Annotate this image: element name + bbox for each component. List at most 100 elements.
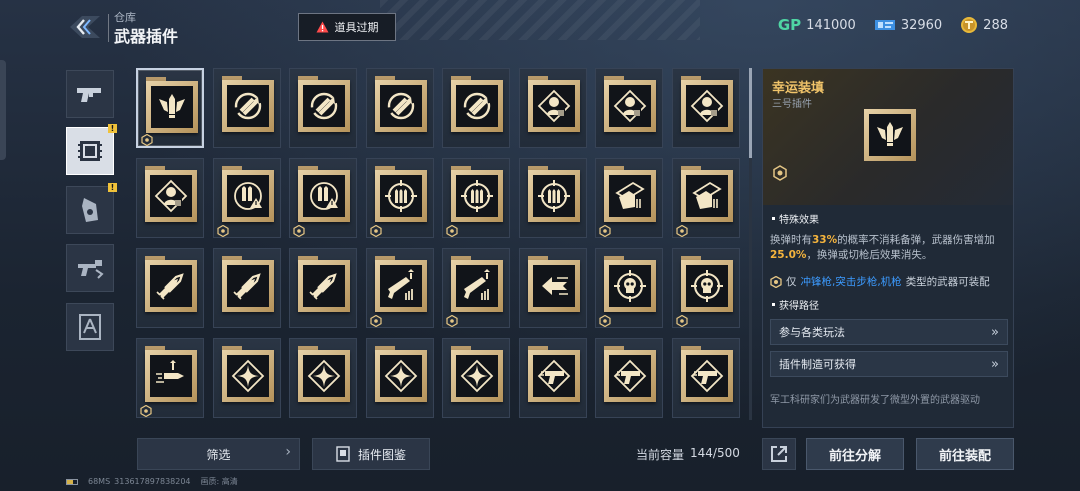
plugin-cell[interactable]: [212, 68, 281, 148]
plugin-cell[interactable]: [595, 158, 663, 238]
tab-plugins[interactable]: !: [66, 124, 117, 175]
plugin-cell[interactable]: [365, 68, 434, 148]
filter-button[interactable]: 筛选 ›: [137, 438, 300, 470]
decompose-button[interactable]: 前往分解: [806, 438, 904, 470]
plugin-chip-icon: [78, 141, 102, 161]
plugin-cell[interactable]: [212, 248, 281, 328]
plugin-card: [680, 170, 733, 222]
export-button[interactable]: [762, 438, 796, 470]
tab-accessories[interactable]: [66, 244, 114, 292]
plugin-guide-label: 插件图鉴: [357, 447, 406, 462]
plugin-cell[interactable]: [518, 338, 587, 418]
plugin-cell[interactable]: [671, 68, 740, 148]
plugin-card: [451, 260, 503, 312]
plugin-cell[interactable]: [365, 338, 434, 418]
plugin-cell[interactable]: [212, 338, 281, 418]
skull-target-icon: [685, 265, 728, 307]
plugin-card: [604, 350, 656, 402]
plugin-cell[interactable]: [595, 338, 663, 418]
plugin-card: [145, 260, 197, 312]
plugin-cell[interactable]: [671, 158, 740, 238]
plugin-cell[interactable]: [289, 68, 357, 148]
speed-arrow-icon: [532, 265, 575, 307]
weapon-restriction: 仅冲锋枪,突击步枪,机枪 类型的武器可装配: [770, 274, 990, 289]
edge-handle[interactable]: [0, 60, 6, 160]
tab-weapons[interactable]: [66, 70, 114, 118]
source-crafting-label: 插件制造可获得: [779, 358, 856, 371]
plugin-card: [298, 260, 350, 312]
plugin-card: [221, 80, 274, 132]
plugin-cell[interactable]: [136, 338, 204, 418]
plugin-cell[interactable]: [365, 248, 434, 328]
equip-button[interactable]: 前往装配: [916, 438, 1014, 470]
skin-tag-icon: [82, 198, 98, 222]
book-icon: [336, 446, 350, 462]
header-divider: [108, 14, 109, 42]
ticket-currency-icon: [874, 16, 896, 34]
currency-coin-value: 288: [983, 17, 1008, 33]
plugin-cell[interactable]: [595, 248, 663, 328]
double-chevron-icon: »: [991, 357, 999, 372]
bullet-flight-icon: [150, 355, 192, 397]
reload-cycle-icon: [379, 85, 422, 127]
plugin-cell[interactable]: [442, 248, 510, 328]
rarity-mark-icon: [773, 165, 787, 181]
quality-label: 画质: 高清: [200, 477, 238, 486]
plugin-grid: [136, 68, 742, 420]
effect-header: 特殊效果: [772, 211, 819, 226]
plugin-cell[interactable]: [442, 68, 510, 148]
plugin-card: [221, 350, 274, 402]
gp-currency-icon: GP: [777, 16, 802, 34]
hand-card-icon: [609, 175, 651, 217]
rarity-mark-icon: [141, 131, 153, 147]
capacity-value: 144/500: [690, 446, 740, 460]
plugin-cell[interactable]: [518, 68, 587, 148]
expired-items-button[interactable]: 道具过期: [298, 13, 396, 41]
back-button[interactable]: [68, 12, 108, 42]
plugin-card: [374, 170, 427, 222]
plugin-cell[interactable]: [212, 158, 281, 238]
plugin-card: [221, 260, 274, 312]
plugin-card: [680, 80, 733, 132]
rarity-mark-icon: [216, 222, 229, 238]
plugin-cell[interactable]: [136, 68, 204, 148]
plugin-cell[interactable]: [442, 158, 510, 238]
plugin-cell[interactable]: [136, 248, 204, 328]
status-bar: 68MS 313617897838204 画质: 高清: [66, 476, 238, 487]
plugin-cell[interactable]: [518, 248, 587, 328]
plugin-card: [298, 170, 350, 222]
plugin-guide-button[interactable]: 插件图鉴: [312, 438, 430, 470]
currency-ticket[interactable]: 32960: [874, 16, 942, 34]
reload-cycle-icon: [226, 85, 269, 127]
rarity-mark-icon: [675, 312, 688, 328]
bullet-wing-icon: [151, 86, 193, 128]
source-gameplay-button[interactable]: 参与各类玩法 »: [770, 319, 1008, 345]
reload-cycle-icon: [456, 85, 498, 127]
rocket-bullets-icon: [303, 265, 345, 307]
plugin-cell[interactable]: [442, 338, 510, 418]
source-header: 获得路径: [772, 297, 819, 312]
external-link-icon: [771, 446, 787, 462]
crosshair-ammo-icon: [379, 175, 422, 217]
tab-skins[interactable]: !: [66, 183, 117, 234]
rarity-mark-icon: [446, 312, 458, 328]
plugin-cell[interactable]: [518, 158, 587, 238]
currency-gp[interactable]: GP 141000: [778, 16, 856, 34]
source-crafting-button[interactable]: 插件制造可获得 »: [770, 351, 1008, 377]
plugin-cell[interactable]: [671, 248, 740, 328]
grid-scrollbar[interactable]: [749, 68, 752, 420]
plugin-cell[interactable]: [289, 248, 357, 328]
plugin-cell[interactable]: [289, 338, 357, 418]
currency-coin[interactable]: 288: [960, 16, 1008, 34]
plugin-cell[interactable]: [289, 158, 357, 238]
plugin-card: [451, 170, 503, 222]
plugin-cell[interactable]: [595, 68, 663, 148]
plugin-cell[interactable]: [671, 338, 740, 418]
rarity-mark-icon: [675, 222, 688, 238]
plugin-cell[interactable]: [365, 158, 434, 238]
crosshair-ammo-icon: [456, 175, 498, 217]
tab-blueprints[interactable]: [66, 303, 114, 351]
plugin-cell[interactable]: [136, 158, 204, 238]
capacity-display: 当前容量 144/500: [636, 446, 740, 463]
scrollbar-thumb[interactable]: [749, 68, 752, 158]
